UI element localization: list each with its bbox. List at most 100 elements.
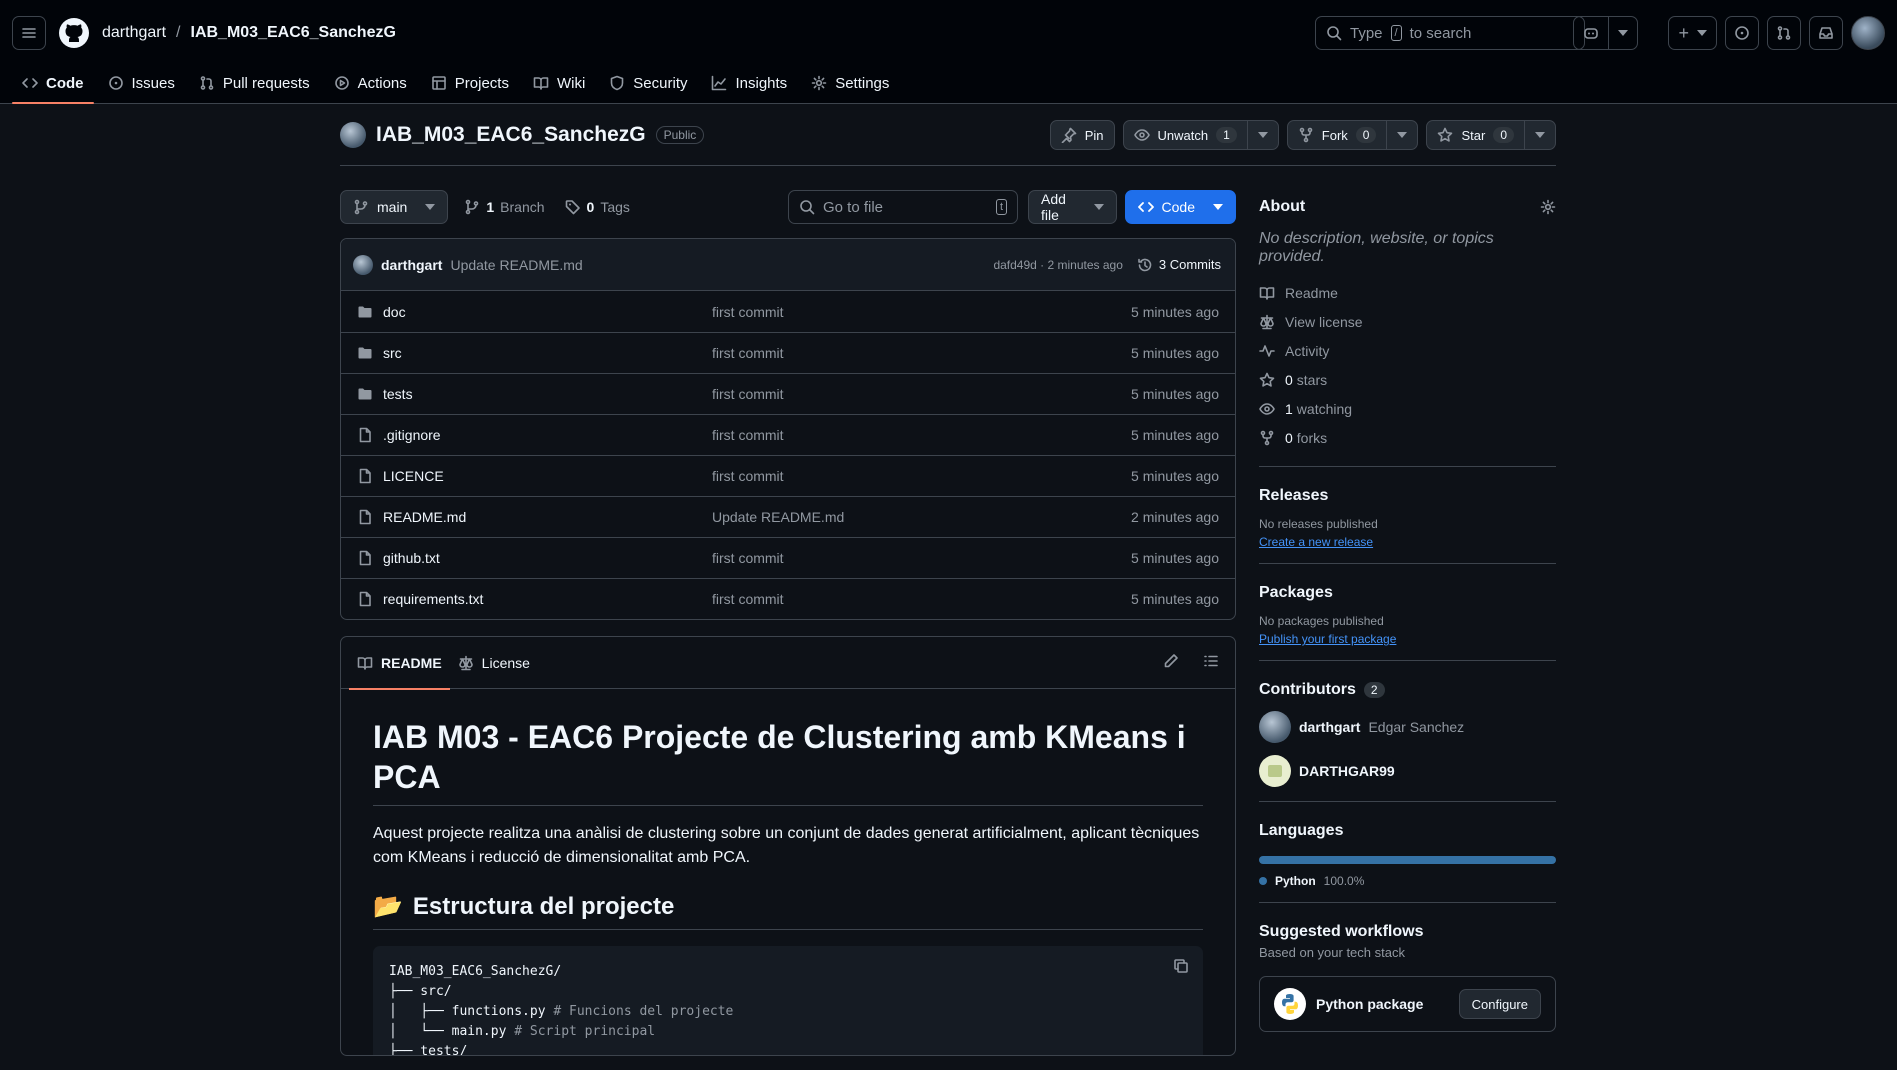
language-item[interactable]: Python 100.0%	[1259, 874, 1556, 888]
license-link[interactable]: View license	[1259, 307, 1556, 336]
pin-button[interactable]: Pin	[1049, 120, 1115, 150]
file-commit-message[interactable]: first commit	[712, 591, 784, 607]
create-release-link[interactable]: Create a new release	[1259, 535, 1556, 549]
file-name-link[interactable]: requirements.txt	[383, 591, 483, 607]
add-file-button[interactable]: Add file	[1028, 190, 1117, 224]
file-row[interactable]: doc first commit 5 minutes ago	[341, 291, 1235, 332]
tab-security[interactable]: Security	[599, 62, 697, 104]
tab-code[interactable]: Code	[12, 62, 94, 104]
pencil-icon[interactable]	[1163, 653, 1179, 669]
go-to-file-placeholder: Go to file	[823, 198, 884, 216]
file-row[interactable]: README.md Update README.md 2 minutes ago	[341, 496, 1235, 537]
tab-actions[interactable]: Actions	[324, 62, 417, 104]
tab-issues[interactable]: Issues	[98, 62, 185, 104]
copy-icon[interactable]	[1173, 958, 1189, 974]
commit-hash-time[interactable]: dafd49d · 2 minutes ago	[993, 258, 1122, 272]
unwatch-main[interactable]: Unwatch 1	[1124, 121, 1247, 149]
go-to-file-input[interactable]: Go to file t	[788, 190, 1018, 224]
star-dropdown[interactable]	[1524, 121, 1555, 149]
activity-link[interactable]: Activity	[1259, 336, 1556, 365]
pull-requests-button[interactable]	[1767, 16, 1801, 50]
table-icon	[431, 76, 446, 90]
owner-link[interactable]: darthgart	[102, 24, 166, 42]
gear-icon[interactable]	[1540, 199, 1556, 215]
copilot-main[interactable]	[1574, 17, 1608, 49]
menu-button[interactable]	[12, 16, 46, 50]
publish-package-link[interactable]: Publish your first package	[1259, 632, 1556, 646]
file-name-link[interactable]: LICENCE	[383, 468, 444, 484]
branch-selector[interactable]: main	[340, 190, 449, 224]
book-icon	[1259, 286, 1275, 300]
file-name-link[interactable]: README.md	[383, 509, 466, 525]
file-commit-message[interactable]: Update README.md	[712, 509, 844, 525]
star-count: 0	[1493, 127, 1514, 143]
configure-button[interactable]: Configure	[1458, 989, 1541, 1019]
inbox-button[interactable]	[1809, 16, 1843, 50]
star-main[interactable]: Star 0	[1427, 121, 1524, 149]
github-logo-icon[interactable]	[58, 17, 90, 49]
fork-button[interactable]: Fork 0	[1286, 120, 1419, 150]
tab-license[interactable]: License	[450, 637, 538, 689]
commits-link[interactable]: 3 Commits	[1137, 257, 1221, 273]
fork-main[interactable]: Fork 0	[1288, 121, 1387, 149]
search-input[interactable]: Type / to search	[1315, 16, 1585, 50]
forks-link[interactable]: 0 forks	[1259, 423, 1556, 452]
watching-link[interactable]: 1 watching	[1259, 394, 1556, 423]
repo-title[interactable]: IAB_M03_EAC6_SanchezG	[376, 123, 646, 147]
commit-author-avatar[interactable]	[353, 254, 373, 275]
create-new-button[interactable]: +	[1668, 16, 1717, 50]
file-row[interactable]: src first commit 5 minutes ago	[341, 332, 1235, 373]
file-row[interactable]: LICENCE first commit 5 minutes ago	[341, 455, 1235, 496]
file-commit-message[interactable]: first commit	[712, 386, 784, 402]
contributors-heading[interactable]: Contributors 2	[1259, 681, 1556, 699]
book-icon	[357, 656, 373, 670]
file-commit-message[interactable]: first commit	[712, 468, 784, 484]
file-commit-message[interactable]: first commit	[712, 345, 784, 361]
repo-link[interactable]: IAB_M03_EAC6_SanchezG	[191, 24, 396, 42]
unwatch-button[interactable]: Unwatch 1	[1122, 120, 1279, 150]
readme-section-heading: 📂 Estructura del projecte	[373, 892, 1203, 930]
star-button[interactable]: Star 0	[1426, 120, 1556, 150]
contributor-item[interactable]: darthgart Edgar Sanchez	[1259, 711, 1556, 743]
copilot-button[interactable]	[1573, 16, 1639, 50]
tab-settings[interactable]: Settings	[801, 62, 899, 104]
tab-readme[interactable]: README	[349, 637, 450, 690]
stars-link[interactable]: 0 stars	[1259, 365, 1556, 394]
pull-request-icon	[200, 76, 214, 90]
tab-wiki[interactable]: Wiki	[523, 62, 595, 104]
unwatch-dropdown[interactable]	[1246, 121, 1278, 149]
fork-dropdown[interactable]	[1386, 121, 1417, 149]
code-button[interactable]: Code	[1124, 190, 1236, 224]
file-commit-message[interactable]: first commit	[712, 304, 784, 320]
user-avatar[interactable]	[1851, 16, 1885, 50]
contributor-item[interactable]: DARTHGAR99	[1259, 755, 1556, 787]
tags-link[interactable]: 0 Tags	[565, 199, 630, 215]
file-name-link[interactable]: doc	[383, 304, 406, 320]
releases-title[interactable]: Releases	[1259, 487, 1556, 505]
file-row[interactable]: tests first commit 5 minutes ago	[341, 373, 1235, 414]
outline-list-icon[interactable]	[1203, 653, 1219, 669]
issues-button[interactable]	[1725, 16, 1759, 50]
readme-link[interactable]: Readme	[1259, 278, 1556, 307]
file-commit-message[interactable]: first commit	[712, 550, 784, 566]
file-name-link[interactable]: .gitignore	[383, 427, 441, 443]
file-name-link[interactable]: github.txt	[383, 550, 440, 566]
commit-message[interactable]: Update README.md	[450, 257, 582, 273]
file-name-cell: github.txt	[357, 550, 712, 566]
file-row[interactable]: .gitignore first commit 5 minutes ago	[341, 414, 1235, 455]
file-name-link[interactable]: src	[383, 345, 402, 361]
file-name-link[interactable]: tests	[383, 386, 413, 402]
file-commit-message[interactable]: first commit	[712, 427, 784, 443]
file-row[interactable]: requirements.txt first commit 5 minutes ag…	[341, 578, 1235, 619]
file-row[interactable]: github.txt first commit 5 minutes ago	[341, 537, 1235, 578]
file-browser: darthgart Update README.md dafd49d · 2 m…	[340, 238, 1236, 620]
packages-title[interactable]: Packages	[1259, 584, 1556, 602]
tab-pull-requests[interactable]: Pull requests	[189, 62, 320, 104]
commit-author[interactable]: darthgart	[381, 257, 442, 273]
tab-projects[interactable]: Projects	[421, 62, 519, 104]
copilot-dropdown[interactable]	[1608, 17, 1637, 49]
branches-link[interactable]: 1 Branch	[464, 199, 545, 215]
tab-insights[interactable]: Insights	[701, 62, 797, 104]
create-new-main[interactable]: +	[1669, 17, 1716, 49]
owner-avatar[interactable]	[340, 122, 366, 148]
